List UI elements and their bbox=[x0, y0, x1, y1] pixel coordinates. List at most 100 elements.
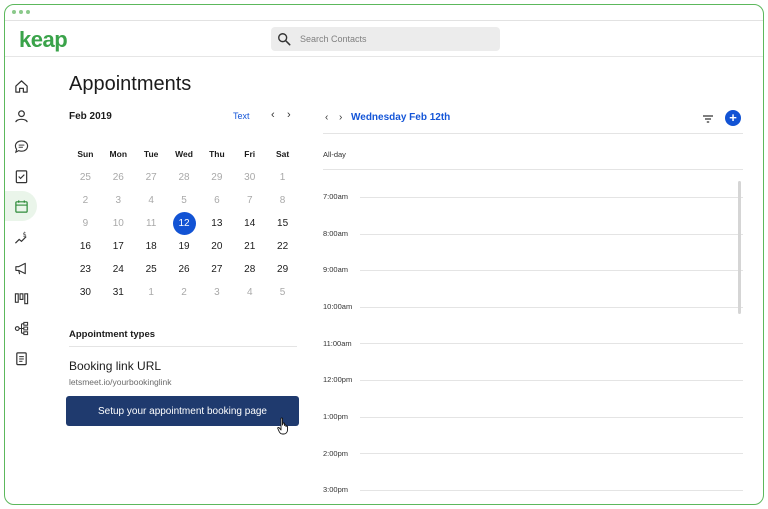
calendar-day[interactable]: 2 bbox=[69, 189, 102, 212]
person-icon bbox=[14, 109, 28, 122]
calendar-day[interactable]: 5 bbox=[266, 281, 299, 304]
sidebar-item-messages[interactable] bbox=[5, 131, 37, 161]
day-view-scrollbar[interactable] bbox=[738, 181, 741, 314]
tasks-icon bbox=[15, 169, 27, 183]
time-label: 2:00pm bbox=[323, 449, 349, 458]
calendar-day[interactable]: 20 bbox=[200, 235, 233, 258]
calendar-day[interactable]: 25 bbox=[135, 258, 168, 281]
calendar-day[interactable]: 28 bbox=[168, 166, 201, 189]
mini-calendar-grid: Sun Mon Tue Wed Thu Fri Sat 25 26 27 28 … bbox=[69, 143, 299, 304]
calendar-day[interactable]: 18 bbox=[135, 235, 168, 258]
home-icon bbox=[14, 79, 28, 93]
time-label: 10:00am bbox=[323, 302, 353, 311]
add-appointment-button[interactable]: + bbox=[725, 110, 741, 126]
sidebar-item-reports[interactable] bbox=[5, 343, 37, 373]
calendar-day[interactable]: 30 bbox=[233, 166, 266, 189]
weekday-label: Sat bbox=[275, 149, 290, 159]
calendar-day[interactable]: 16 bbox=[69, 235, 102, 258]
calendar-day[interactable]: 29 bbox=[266, 258, 299, 281]
calendar-day[interactable]: 17 bbox=[102, 235, 135, 258]
text-link[interactable]: Text bbox=[233, 111, 250, 121]
calendar-day[interactable]: 30 bbox=[69, 281, 102, 304]
calendar-day[interactable]: 6 bbox=[200, 189, 233, 212]
filter-icon[interactable] bbox=[701, 112, 715, 126]
calendar-day[interactable]: 1 bbox=[266, 166, 299, 189]
weekday-row: Sun Mon Tue Wed Thu Fri Sat bbox=[69, 143, 299, 166]
hour-line bbox=[360, 343, 743, 344]
calendar-day-selected[interactable]: 12 bbox=[168, 212, 201, 235]
window-dot[interactable] bbox=[12, 10, 16, 14]
window-dot[interactable] bbox=[19, 10, 23, 14]
search-input[interactable]: Search Contacts bbox=[271, 27, 500, 51]
window-controls bbox=[12, 10, 30, 14]
calendar-day[interactable]: 26 bbox=[168, 258, 201, 281]
calendar-day[interactable]: 25 bbox=[69, 166, 102, 189]
calendar-day[interactable]: 27 bbox=[135, 166, 168, 189]
time-label: 12:00pm bbox=[323, 375, 353, 384]
reports-icon bbox=[15, 351, 27, 365]
calendar-day[interactable]: 3 bbox=[102, 189, 135, 212]
pipeline-icon bbox=[14, 292, 28, 304]
hour-line bbox=[360, 490, 743, 491]
window-dot[interactable] bbox=[26, 10, 30, 14]
calendar-day[interactable]: 19 bbox=[168, 235, 201, 258]
calendar-day[interactable]: 4 bbox=[233, 281, 266, 304]
calendar-day[interactable]: 24 bbox=[102, 258, 135, 281]
sidebar-item-money[interactable]: $ bbox=[5, 223, 37, 253]
sidebar-item-marketing[interactable] bbox=[5, 253, 37, 283]
calendar-day[interactable]: 15 bbox=[266, 212, 299, 235]
calendar-day[interactable]: 4 bbox=[135, 189, 168, 212]
sidebar-item-home[interactable] bbox=[5, 71, 37, 101]
hour-line bbox=[360, 453, 743, 454]
calendar-day[interactable]: 22 bbox=[266, 235, 299, 258]
mini-calendar-header: Feb 2019 Text ‹ › bbox=[69, 109, 297, 127]
calendar-day[interactable]: 31 bbox=[102, 281, 135, 304]
day-next-icon[interactable]: › bbox=[339, 112, 342, 123]
booking-link-url[interactable]: letsmeet.io/yourbookinglink bbox=[69, 377, 172, 387]
calendar-day[interactable]: 23 bbox=[69, 258, 102, 281]
weekday-label: Mon bbox=[109, 149, 128, 159]
time-label: 8:00am bbox=[323, 229, 349, 238]
divider bbox=[323, 169, 743, 170]
calendar-day[interactable]: 21 bbox=[233, 235, 266, 258]
day-prev-icon[interactable]: ‹ bbox=[325, 112, 328, 123]
calendar-day[interactable]: 8 bbox=[266, 189, 299, 212]
calendar-prev-icon[interactable]: ‹ bbox=[271, 109, 275, 121]
svg-text:$: $ bbox=[22, 231, 26, 239]
chat-icon bbox=[14, 139, 28, 153]
calendar-day[interactable]: 13 bbox=[200, 212, 233, 235]
divider bbox=[69, 346, 297, 347]
calendar-day[interactable]: 5 bbox=[168, 189, 201, 212]
sidebar-item-appointments[interactable] bbox=[5, 191, 37, 221]
week-row: 25 26 27 28 29 30 1 bbox=[69, 166, 299, 189]
calendar-day[interactable]: 27 bbox=[200, 258, 233, 281]
calendar-day[interactable]: 28 bbox=[233, 258, 266, 281]
hour-line bbox=[360, 234, 743, 235]
calendar-day[interactable]: 1 bbox=[135, 281, 168, 304]
calendar-day[interactable]: 9 bbox=[69, 212, 102, 235]
calendar-day[interactable]: 29 bbox=[200, 166, 233, 189]
hour-line bbox=[360, 380, 743, 381]
keap-logo[interactable]: keap bbox=[19, 27, 68, 53]
sidebar-item-contacts[interactable] bbox=[5, 101, 37, 131]
automation-icon bbox=[14, 321, 28, 335]
time-label: 3:00pm bbox=[323, 485, 349, 494]
sidebar-item-pipeline[interactable] bbox=[5, 283, 37, 313]
calendar-day[interactable]: 26 bbox=[102, 166, 135, 189]
calendar-day[interactable]: 2 bbox=[168, 281, 201, 304]
sidebar-item-automation[interactable] bbox=[5, 313, 37, 343]
setup-booking-button[interactable]: Setup your appointment booking page bbox=[66, 396, 299, 426]
time-label: 9:00am bbox=[323, 265, 349, 274]
page-title: Appointments bbox=[69, 73, 192, 95]
week-row: 30 31 1 2 3 4 5 bbox=[69, 281, 299, 304]
calendar-next-icon[interactable]: › bbox=[287, 109, 291, 121]
hour-line bbox=[360, 417, 743, 418]
appointment-types-heading: Appointment types bbox=[69, 329, 156, 340]
calendar-day[interactable]: 7 bbox=[233, 189, 266, 212]
calendar-day[interactable]: 14 bbox=[233, 212, 266, 235]
calendar-day[interactable]: 11 bbox=[135, 212, 168, 235]
calendar-day[interactable]: 3 bbox=[200, 281, 233, 304]
weekday-label: Sun bbox=[77, 149, 94, 159]
sidebar-item-tasks[interactable] bbox=[5, 161, 37, 191]
calendar-day[interactable]: 10 bbox=[102, 212, 135, 235]
